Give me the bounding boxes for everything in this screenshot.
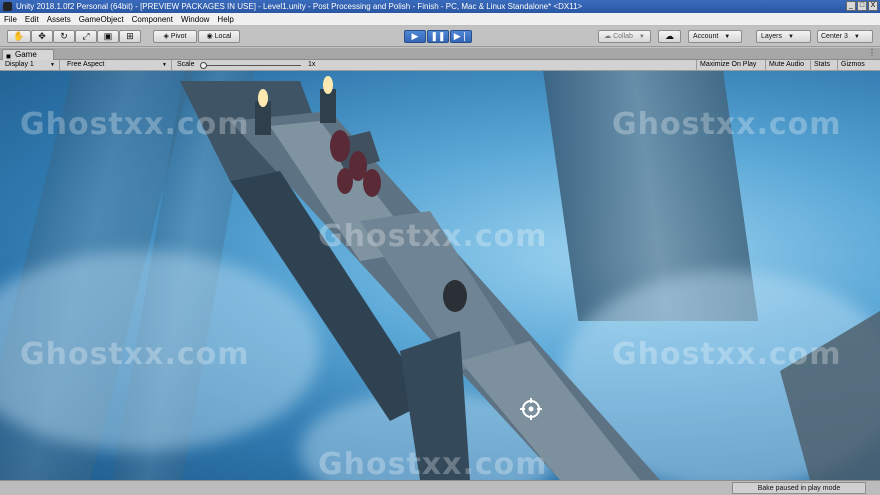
collab-icon: ☁ (604, 33, 614, 40)
chevron-down-icon: ▼ (50, 62, 55, 68)
transform-icon: ⊞ (126, 31, 134, 41)
layers-label: Layers (761, 33, 783, 40)
menu-file[interactable]: File (0, 13, 21, 25)
lighting-status: Bake paused in play mode (732, 482, 866, 494)
play-icon: ▶ (411, 31, 419, 41)
main-toolbar: ✋ ✥ ↻ ⤢ ▣ ⊞ ◈ Pivot ◉ Local ▶ ❚❚ ▶❘ ☁ Co… (0, 26, 880, 47)
gizmos-dropdown[interactable]: Gizmos (837, 60, 868, 70)
watermark: Ghostxx.com (20, 337, 250, 372)
cloud-button[interactable]: ☁ (658, 30, 681, 43)
watermark: Ghostxx.com (318, 447, 548, 480)
stats-toggle[interactable]: Stats (810, 60, 833, 70)
scale-slider-track[interactable] (203, 65, 301, 66)
menu-edit[interactable]: Edit (21, 13, 43, 25)
close-button[interactable]: X (868, 1, 878, 11)
maximize-button[interactable]: □ (857, 1, 867, 11)
display-dropdown[interactable]: Display 1 ▼ (2, 60, 60, 70)
tab-game-label: Game (15, 50, 37, 59)
mute-audio-toggle[interactable]: Mute Audio (765, 60, 807, 70)
window-title: Unity 2018.1.0f2 Personal (64bit) - [PRE… (16, 2, 583, 11)
watermark: Ghostxx.com (20, 107, 250, 142)
game-view-controls: Display 1 ▼ Free Aspect ▼ Scale 1x Maxim… (0, 60, 880, 71)
layout-label: Center 3 (821, 33, 848, 40)
chevron-down-icon: ▼ (788, 34, 794, 40)
crosshair-icon (520, 398, 542, 420)
pause-button[interactable]: ❚❚ (427, 30, 449, 43)
aspect-label: Free Aspect (67, 61, 105, 68)
menu-component[interactable]: Component (128, 13, 177, 25)
local-label: Local (214, 33, 232, 40)
collab-label: Collab (613, 33, 633, 40)
display-label: Display 1 (5, 61, 34, 68)
menu-gameobject[interactable]: GameObject (75, 13, 128, 25)
menu-bar: File Edit Assets GameObject Component Wi… (0, 13, 880, 26)
move-tool-button[interactable]: ✥ (31, 30, 53, 43)
menu-assets[interactable]: Assets (43, 13, 75, 25)
menu-window[interactable]: Window (177, 13, 213, 25)
watermark: Ghostxx.com (318, 219, 548, 254)
rotate-icon: ↻ (60, 31, 68, 41)
scale-label: Scale (177, 61, 195, 68)
chevron-down-icon: ▼ (853, 34, 860, 40)
chevron-down-icon: ▼ (162, 62, 167, 68)
rect-tool-button[interactable]: ▣ (97, 30, 119, 43)
layers-dropdown[interactable]: Layers ▼ (756, 30, 811, 43)
pivot-label: Pivot (170, 33, 187, 40)
pivot-toggle[interactable]: ◈ Pivot (153, 30, 197, 43)
move-icon: ✥ (38, 31, 46, 41)
watermark: Ghostxx.com (612, 107, 842, 142)
layout-dropdown[interactable]: Center 3 ▼ (817, 30, 873, 43)
hand-tool-button[interactable]: ✋ (7, 30, 31, 43)
local-icon: ◉ (206, 33, 215, 40)
chevron-down-icon: ▼ (724, 34, 731, 40)
step-button[interactable]: ▶❘ (450, 30, 472, 43)
minimize-button[interactable]: _ (846, 1, 856, 11)
cloud-icon: ☁ (665, 31, 674, 41)
tab-game[interactable]: ◼ Game (2, 49, 54, 60)
game-tab-bar: ◼ Game ⋮ (0, 48, 880, 60)
scale-value: 1x (308, 61, 316, 68)
transform-tool-button[interactable]: ⊞ (119, 30, 141, 43)
scale-slider-handle[interactable] (200, 62, 207, 69)
menu-help[interactable]: Help (213, 13, 237, 25)
play-button[interactable]: ▶ (404, 30, 426, 43)
unity-logo-icon (3, 2, 12, 11)
aspect-dropdown[interactable]: Free Aspect ▼ (64, 60, 172, 70)
pause-icon: ❚❚ (430, 31, 446, 41)
tab-menu-icon[interactable]: ⋮ (868, 48, 876, 57)
status-bar: Bake paused in play mode (0, 480, 880, 495)
maximize-on-play-toggle[interactable]: Maximize On Play (696, 60, 759, 70)
rotate-tool-button[interactable]: ↻ (53, 30, 75, 43)
step-icon: ▶❘ (453, 31, 469, 41)
chevron-down-icon: ▼ (638, 34, 645, 40)
window-titlebar: Unity 2018.1.0f2 Personal (64bit) - [PRE… (0, 0, 880, 13)
scale-tool-button[interactable]: ⤢ (75, 30, 97, 43)
scale-icon: ⤢ (82, 31, 90, 41)
account-dropdown[interactable]: Account ▼ (688, 30, 742, 43)
watermark: Ghostxx.com (612, 337, 842, 372)
account-label: Account (693, 33, 719, 40)
collab-button[interactable]: ☁ Collab ▼ (598, 30, 651, 43)
local-toggle[interactable]: ◉ Local (198, 30, 240, 43)
game-viewport[interactable]: Ghostxx.com Ghostxx.com Ghostxx.com Ghos… (0, 71, 880, 480)
pivot-icon: ◈ (163, 33, 171, 40)
hand-icon: ✋ (13, 31, 25, 41)
rect-icon: ▣ (103, 31, 113, 41)
